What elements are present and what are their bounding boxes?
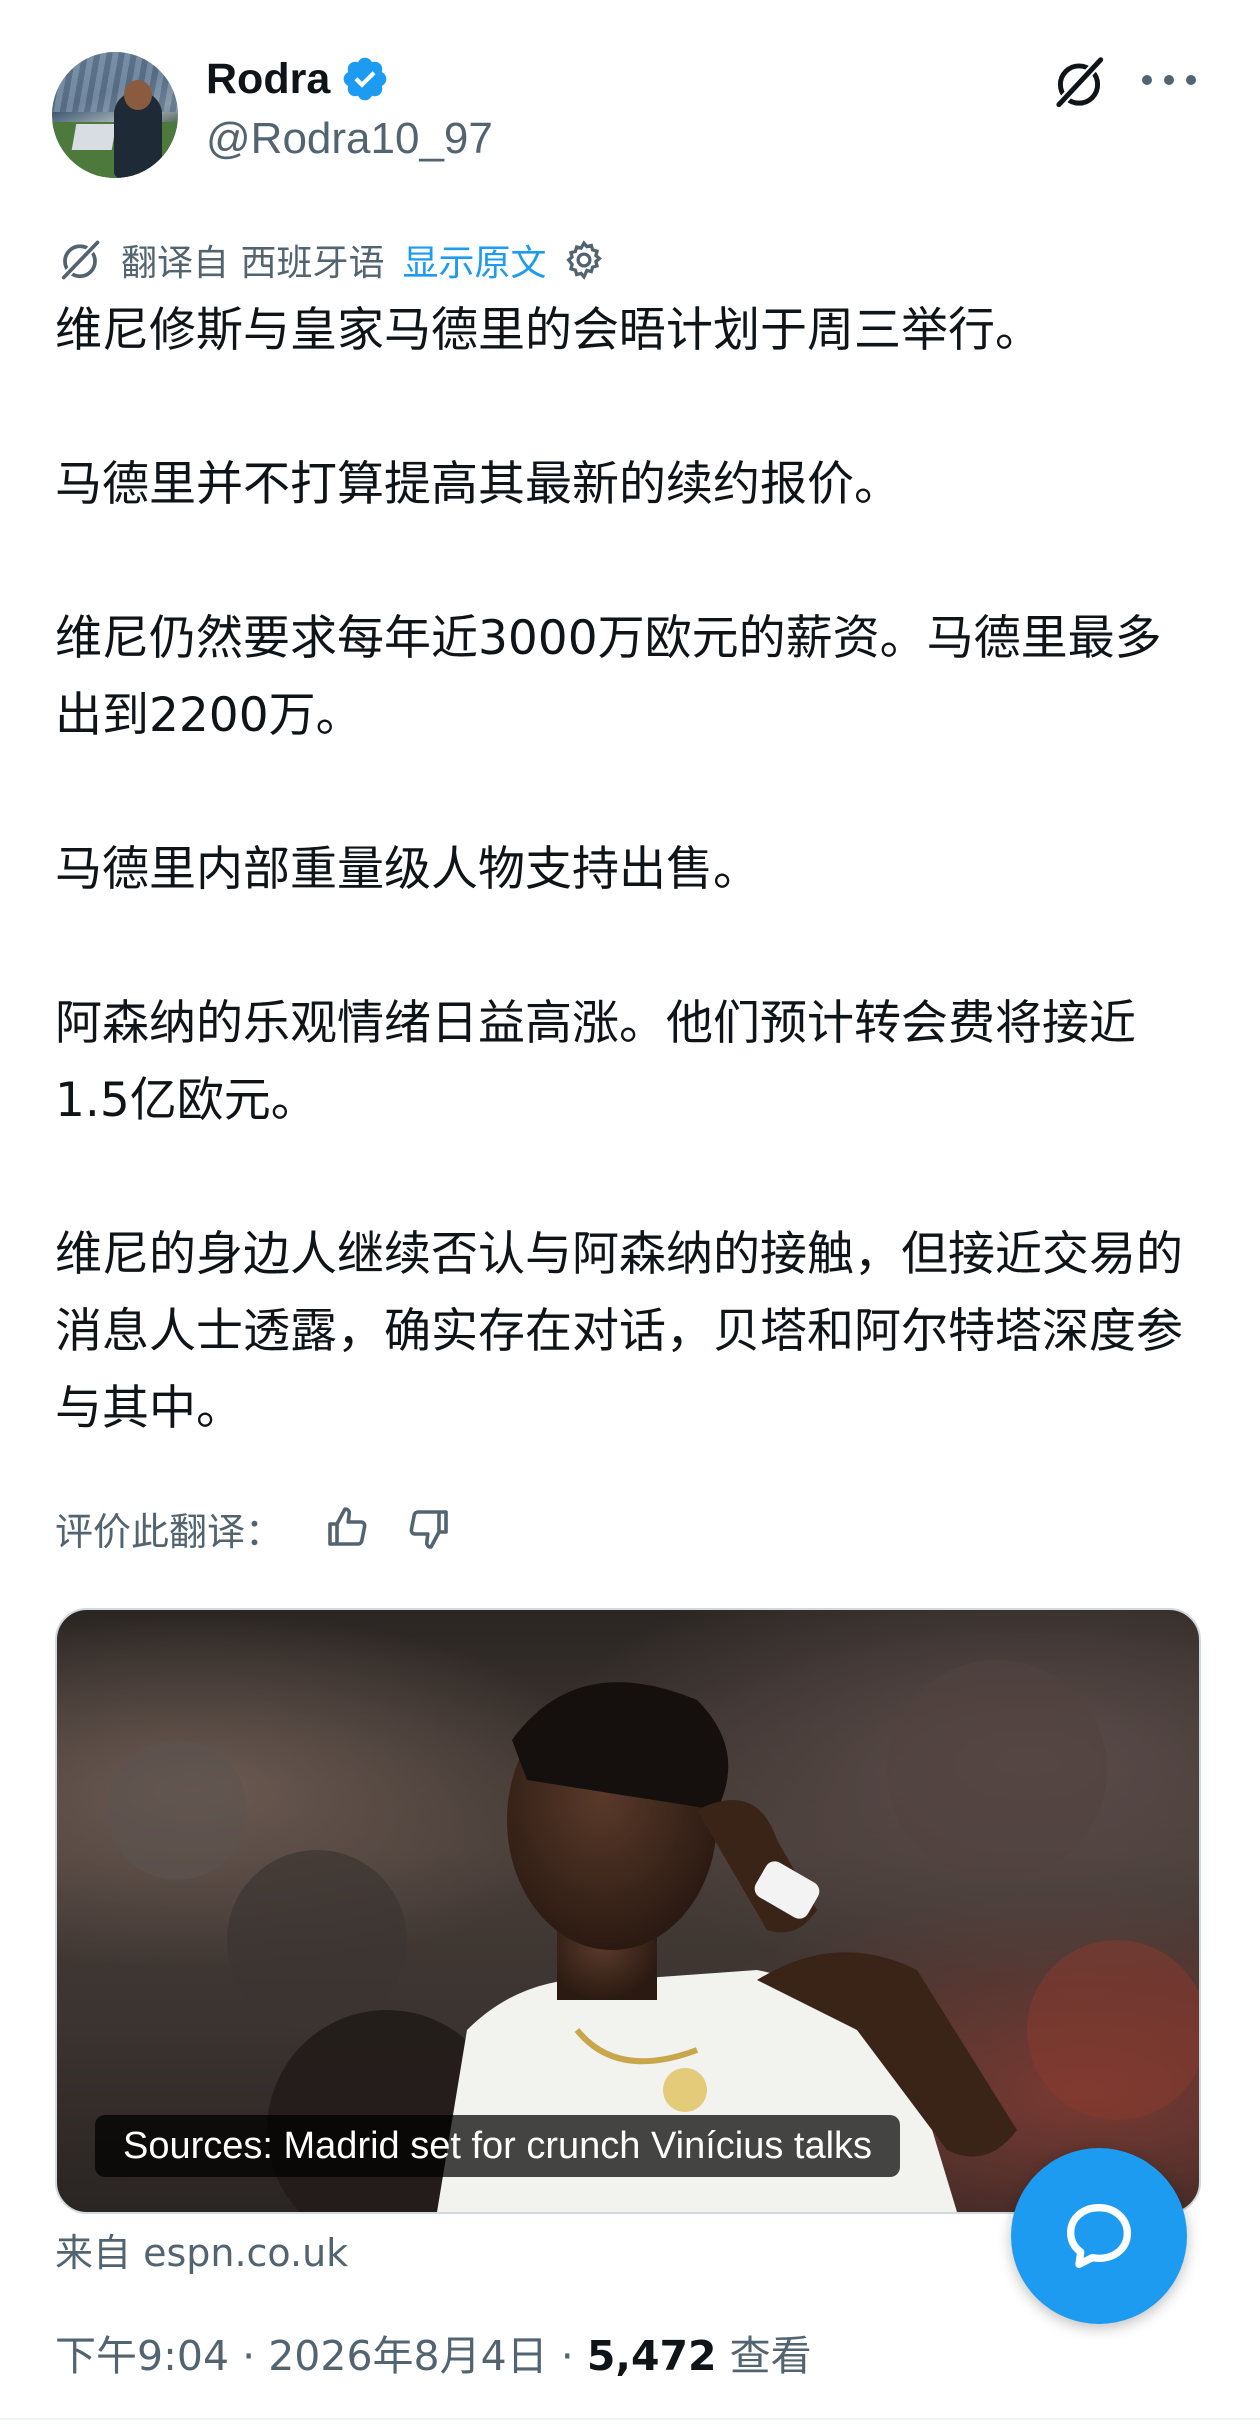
tweet-paragraph: 马德里内部重量级人物支持出售。	[55, 842, 760, 897]
link-card[interactable]: Sources: Madrid set for crunch Vinícius …	[55, 1608, 1201, 2214]
tweet-paragraph: 阿森纳的乐观情绪日益高涨。他们预计转会费将接近1.5亿欧元。	[55, 996, 1136, 1128]
grok-icon[interactable]	[1048, 52, 1110, 114]
meta-separator: ·	[242, 2332, 269, 2380]
tweet-paragraph: 维尼的身边人继续否认与阿森纳的接触，但接近交易的消息人士透露，确实存在对话，贝塔…	[55, 1227, 1183, 1436]
thumbs-up-icon[interactable]	[323, 1504, 371, 1552]
more-dot-icon	[1186, 75, 1196, 85]
chat-bubble-icon	[1067, 2204, 1131, 2268]
more-dot-icon	[1164, 75, 1174, 85]
author-handle[interactable]: @Rodra10_97	[206, 114, 493, 164]
tweet-text: 维尼修斯与皇家马德里的会晤计划于周三举行。 马德里并不打算提高其最新的续约报价。…	[55, 292, 1205, 1524]
divider	[0, 2418, 1260, 2420]
translated-from-label: 翻译自 西班牙语	[121, 243, 385, 284]
tweet-meta: 下午9:04 · 2026年8月4日 · 5,472 查看	[55, 2322, 812, 2382]
views-count: 5,472	[586, 2332, 717, 2380]
rate-translation: 评价此翻译：	[55, 1498, 453, 1558]
avatar[interactable]	[52, 52, 178, 178]
translate-grok-icon	[59, 239, 101, 282]
more-dot-icon	[1142, 75, 1152, 85]
tweet-date[interactable]: 2026年8月4日	[268, 2332, 548, 2380]
avatar-laptop	[71, 124, 117, 150]
more-options-button[interactable]	[1142, 60, 1196, 100]
card-caption: Sources: Madrid set for crunch Vinícius …	[95, 2115, 901, 2177]
tweet-paragraph: 维尼仍然要求每年近3000万欧元的薪资。马德里最多出到2200万。	[55, 611, 1162, 743]
compose-reply-button[interactable]	[1011, 2148, 1187, 2324]
views-label: 查看	[729, 2332, 812, 2380]
tweet-time[interactable]: 下午9:04	[55, 2332, 229, 2380]
avatar-head	[124, 80, 152, 110]
verified-badge-icon	[343, 57, 387, 101]
tweet-paragraph: 维尼修斯与皇家马德里的会晤计划于周三举行。	[55, 303, 1042, 358]
rate-translation-label: 评价此翻译：	[55, 1509, 284, 1554]
show-original-link[interactable]: 显示原文	[402, 234, 546, 286]
display-name[interactable]: Rodra	[206, 55, 330, 104]
card-source[interactable]: 来自 espn.co.uk	[55, 2222, 348, 2277]
tweet-paragraph: 马德里并不打算提高其最新的续约报价。	[55, 457, 901, 512]
translation-bar: 翻译自 西班牙语 显示原文	[55, 232, 606, 288]
thumbs-down-icon[interactable]	[405, 1504, 453, 1552]
gear-icon[interactable]	[562, 238, 606, 282]
meta-separator: ·	[560, 2332, 587, 2380]
author-name-row[interactable]: Rodra	[206, 54, 390, 104]
